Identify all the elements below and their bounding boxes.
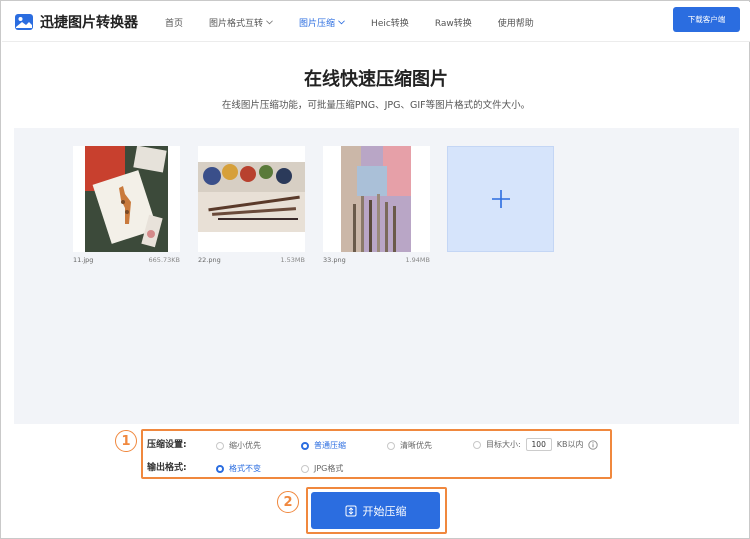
app-name: 迅捷图片转换器 [40,15,138,31]
option-keep-format-label: 格式不变 [229,464,261,473]
nav-help[interactable]: 使用帮助 [498,2,534,42]
picture-icon [15,14,33,30]
logo[interactable]: 迅捷图片转换器 [14,11,138,33]
download-client-button[interactable]: 下载客户端 [673,7,740,32]
step-1-marker: 1 [115,430,137,452]
chevron-down-icon [266,19,273,24]
option-small-first[interactable]: 缩小优先 [216,440,261,451]
file-thumbnail [323,146,430,252]
option-jpg-format-label: JPG格式 [314,464,344,473]
option-normal-label: 普通压缩 [314,441,346,450]
radio-normal[interactable] [301,441,309,450]
file-thumbnail [198,146,305,252]
target-size-unit: KB以内 [556,440,584,449]
start-compress-button[interactable]: 开始压缩 [311,492,440,529]
nav-compress-label: 图片压缩 [299,18,336,29]
chevron-down-icon [338,19,345,24]
file-size: 1.94MB [405,256,430,264]
option-jpg-format[interactable]: JPG格式 [301,463,343,474]
app-window: 迅捷图片转换器 首页 图片格式互转 图片压缩 Heic转换 Raw转换 使用帮助 [0,0,750,539]
nav-raw[interactable]: Raw转换 [435,2,472,42]
page-subtitle: 在线图片压缩功能，可批量压缩PNG、JPG、GIF等图片格式的文件大小。 [221,100,531,111]
radio-jpg-format[interactable] [301,464,309,473]
nav-heic-label: Heic转换 [371,18,409,29]
compress-icon [345,505,356,516]
file-thumbnail [73,146,180,252]
plus-icon [491,190,510,208]
option-small-first-label: 缩小优先 [229,441,261,450]
compress-settings-label: 压缩设置: [147,440,187,450]
nav-format-convert[interactable]: 图片格式互转 [209,2,273,42]
nav-help-label: 使用帮助 [497,18,534,29]
nav-raw-label: Raw转换 [434,18,472,29]
option-target-size[interactable]: 目标大小: 100 KB以内 [473,438,599,451]
file-name: 22.png [198,256,221,264]
file-name: 33.png [323,256,346,264]
option-clear-first[interactable]: 清晰优先 [387,440,432,451]
nav-heic[interactable]: Heic转换 [371,2,409,42]
file-card[interactable]: 33.png 1.94MB [323,146,430,264]
settings-highlight-box [141,429,612,479]
option-clear-first-label: 清晰优先 [400,441,432,450]
start-compress-label: 开始压缩 [362,504,407,518]
file-size: 1.53MB [280,256,305,264]
radio-target-size[interactable] [473,440,481,449]
nav-format-convert-label: 图片格式互转 [209,18,264,29]
radio-small-first[interactable] [216,441,224,450]
main-nav: 首页 图片格式互转 图片压缩 Heic转换 Raw转换 使用帮助 [165,2,560,42]
radio-clear-first[interactable] [387,441,395,450]
file-card[interactable]: 22.png 1.53MB [198,146,305,264]
add-file-button[interactable] [447,146,554,252]
upload-area[interactable]: 11.jpg 665.73KB 22.png 1.53MB 33.png 1.9… [14,128,739,424]
step-2-marker: 2 [277,491,299,513]
top-navbar: 迅捷图片转换器 首页 图片格式互转 图片压缩 Heic转换 Raw转换 使用帮助 [2,2,750,42]
output-format-label: 输出格式: [147,463,187,473]
file-name: 11.jpg [73,256,94,264]
page-title: 在线快速压缩图片 [304,69,448,90]
option-normal[interactable]: 普通压缩 [301,440,346,451]
file-size: 665.73KB [148,256,180,264]
target-size-input[interactable]: 100 [525,438,552,451]
file-card[interactable]: 11.jpg 665.73KB [73,146,180,264]
nav-home-label: 首页 [165,18,184,29]
option-target-size-label: 目标大小: [486,440,521,449]
info-icon[interactable] [588,439,599,450]
nav-compress[interactable]: 图片压缩 [299,2,345,42]
option-keep-format[interactable]: 格式不变 [216,463,261,474]
nav-home[interactable]: 首页 [165,2,183,42]
radio-keep-format[interactable] [216,464,224,473]
